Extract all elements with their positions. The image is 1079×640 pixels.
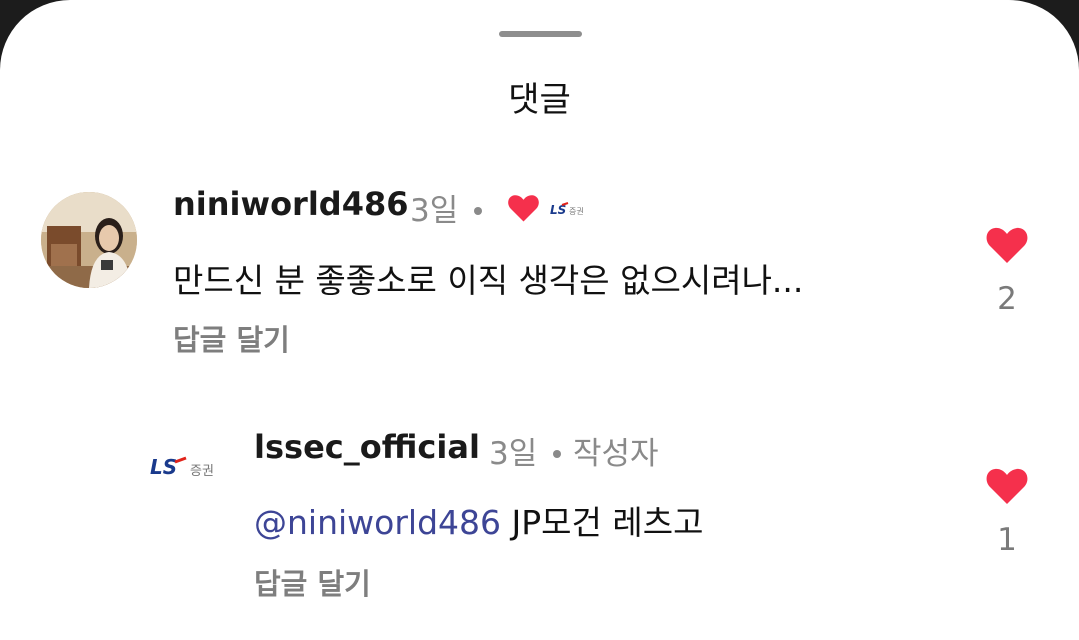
comment-text: @niniworld486 JP모건 레츠고 xyxy=(254,496,703,544)
comments-sheet: 댓글 niniworld486 3일 LS 증권 만드신 분 좋좋소로 이직 생… xyxy=(0,0,1079,640)
svg-text:증권: 증권 xyxy=(569,206,584,216)
avatar[interactable] xyxy=(41,192,137,288)
ls-securities-logo-icon: LS 증권 xyxy=(150,455,214,479)
author-liked-logo: LS 증권 xyxy=(548,199,588,219)
comment-username[interactable]: niniworld486 xyxy=(173,185,409,223)
separator-dot xyxy=(553,450,561,458)
heart-icon xyxy=(507,193,540,223)
avatar[interactable]: LS 증권 xyxy=(150,452,224,482)
heart-icon xyxy=(986,227,1028,263)
comment-timestamp: 3일 xyxy=(489,436,538,472)
svg-text:증권: 증권 xyxy=(190,464,214,479)
like-button[interactable] xyxy=(985,466,1029,506)
drag-handle[interactable] xyxy=(499,31,582,37)
heart-icon xyxy=(986,468,1028,504)
like-button[interactable] xyxy=(985,225,1029,265)
comment-timestamp: 3일 xyxy=(410,193,459,229)
like-count: 1 xyxy=(997,522,1017,558)
reply-button[interactable]: 답글 달기 xyxy=(254,561,371,603)
comment-text: 만드신 분 좋좋소로 이직 생각은 없으시려나... xyxy=(173,261,804,300)
comment-text-body: JP모건 레츠고 xyxy=(501,503,704,542)
svg-text:LS: LS xyxy=(150,455,177,479)
sheet-title: 댓글 xyxy=(508,80,571,120)
mention-link[interactable]: @niniworld486 xyxy=(254,503,501,542)
separator-dot xyxy=(474,207,482,215)
user-photo-icon xyxy=(41,192,137,288)
like-count: 2 xyxy=(997,281,1017,317)
author-badge: 작성자 xyxy=(573,436,659,472)
reply-button[interactable]: 답글 달기 xyxy=(173,317,290,359)
comment-username[interactable]: lssec_official xyxy=(254,428,480,466)
